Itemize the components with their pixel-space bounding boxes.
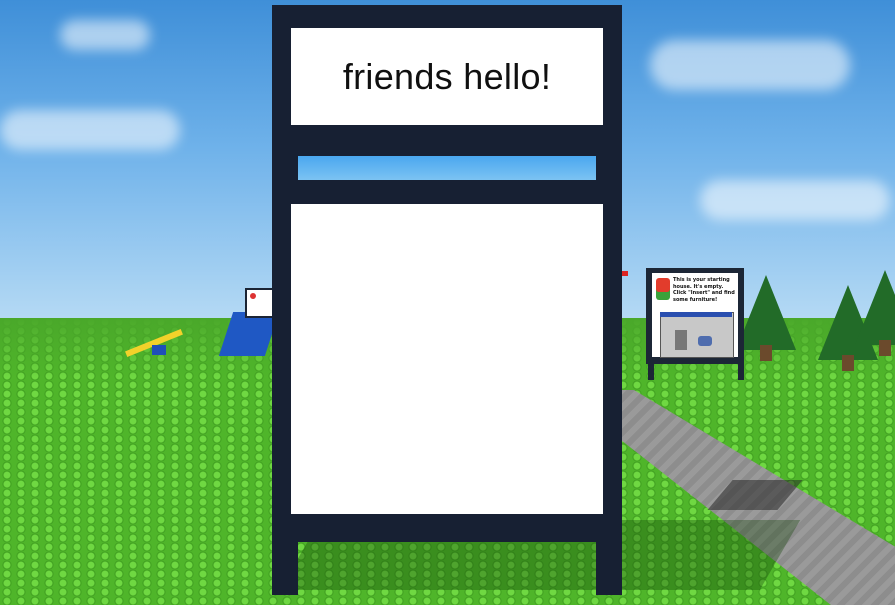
sign-post-left: [272, 540, 298, 595]
cloud: [650, 40, 850, 90]
cloud: [0, 110, 180, 150]
sign-body-panel[interactable]: [291, 204, 603, 514]
furniture-item-icon: [698, 336, 712, 346]
cloud: [60, 20, 150, 50]
info-board-window-titlebar: [660, 312, 732, 317]
game-viewport[interactable]: This is your starting house. It's empty.…: [0, 0, 895, 605]
sign-post-right: [596, 540, 622, 595]
sign-window-strip: [298, 156, 596, 180]
studio-icon: [656, 278, 670, 292]
sign-title-text: friends hello!: [342, 55, 552, 97]
cloud: [700, 180, 890, 220]
seesaw-base: [152, 345, 166, 355]
furniture-item-icon: [675, 330, 687, 350]
info-board-text: This is your starting house. It's empty.…: [673, 277, 735, 303]
sign-title-panel[interactable]: friends hello!: [291, 28, 603, 125]
info-board-window: [660, 312, 734, 358]
